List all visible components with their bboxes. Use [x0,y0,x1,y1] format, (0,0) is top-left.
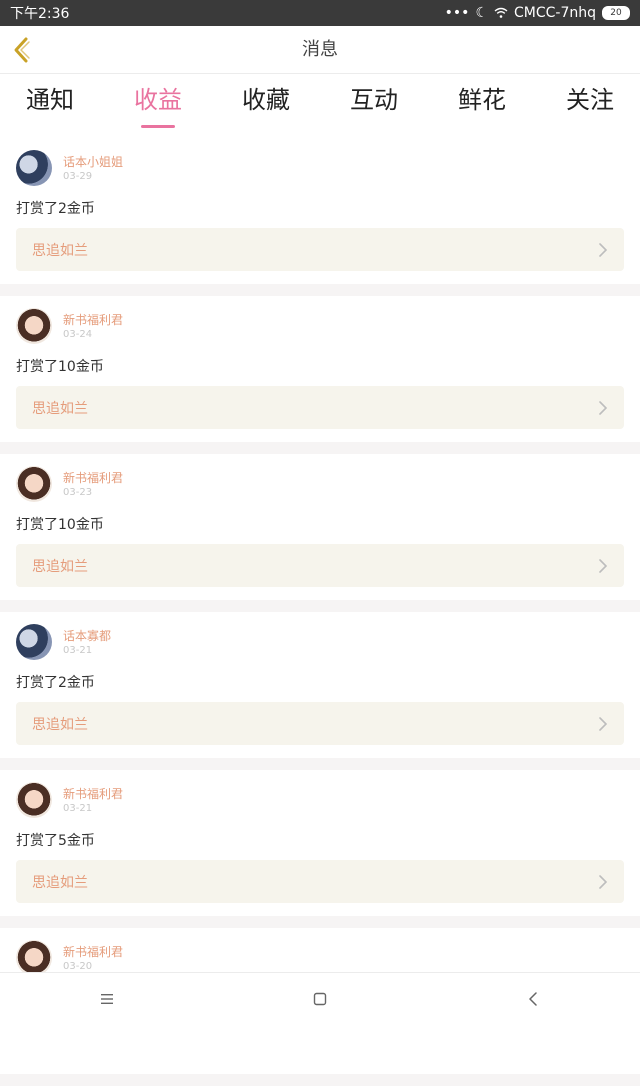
system-nav-bar [0,972,640,1024]
message-card: 新书福利君 03-21 打赏了5金币思追如兰 [0,770,640,928]
book-title: 思追如兰 [32,400,88,417]
battery-icon: 20 [602,6,630,20]
home-button[interactable] [300,979,340,1019]
user-name[interactable]: 新书福利君 [63,785,123,802]
message-date: 03-21 [63,803,93,814]
chevron-right-icon [599,558,608,573]
tab-0[interactable]: 通知 [24,74,76,132]
book-title: 思追如兰 [32,716,88,733]
status-bar: 下午2:36 ••• ☾ CMCC-7nhq 20 [0,0,640,26]
avatar[interactable] [16,940,52,976]
header: 消息 [0,26,640,74]
avatar[interactable] [16,782,52,818]
book-title: 思追如兰 [32,558,88,575]
page-title: 消息 [302,39,338,60]
chevron-right-icon [599,242,608,257]
chevron-right-icon [599,716,608,731]
book-link[interactable]: 思追如兰 [16,544,624,587]
book-title: 思追如兰 [32,242,88,259]
avatar[interactable] [16,466,52,502]
reward-text: 打赏了10金币 [16,359,104,375]
book-link[interactable]: 思追如兰 [16,702,624,745]
user-name[interactable]: 话本寡都 [63,627,111,644]
reward-text: 打赏了2金币 [16,201,95,217]
avatar[interactable] [16,150,52,186]
book-link[interactable]: 思追如兰 [16,228,624,271]
user-name[interactable]: 话本小姐姐 [63,153,123,170]
book-link[interactable]: 思追如兰 [16,386,624,429]
message-date: 03-20 [63,961,93,972]
message-card: 话本寡都 03-21 打赏了2金币思追如兰 [0,612,640,770]
reward-text: 打赏了5金币 [16,833,95,849]
message-date: 03-24 [63,329,93,340]
avatar[interactable] [16,624,52,660]
home-square-icon [313,992,327,1005]
message-date: 03-29 [63,171,93,182]
reward-text: 打赏了2金币 [16,675,95,691]
wifi-icon [494,7,508,18]
message-date: 03-21 [63,645,93,656]
chevron-right-icon [599,400,608,415]
tab-1[interactable]: 收益 [132,74,184,132]
avatar[interactable] [16,308,52,344]
tab-2[interactable]: 收藏 [240,74,292,132]
status-icons: ••• ☾ CMCC-7nhq 20 [445,5,630,21]
moon-icon: ☾ [475,5,488,21]
user-name[interactable]: 新书福利君 [63,311,123,328]
user-name[interactable]: 新书福利君 [63,943,123,960]
message-date: 03-23 [63,487,93,498]
message-card: 新书福利君 03-24 打赏了10金币 思追如兰 [0,296,640,454]
tab-5[interactable]: 关注 [564,74,616,132]
book-link[interactable]: 思追如兰 [16,860,624,903]
chevron-right-icon [599,874,608,889]
message-list: 话本小姐姐 03-29 打赏了2金币 思追如兰 新书福利君 03-24 打赏了10金币 思追如… [0,138,640,1086]
back-triangle-icon [529,991,538,1006]
menu-button[interactable] [87,979,127,1019]
status-time: 下午2:36 [10,6,70,22]
message-card: 话本小姐姐 03-29 打赏了2金币思追如兰 [0,138,640,296]
menu-icon [100,993,113,1004]
network-name: CMCC-7nhq [514,5,596,21]
tab-bar: 通知 收益 收藏 互动 鲜花 关注 [0,74,640,132]
more-dots-icon: ••• [444,5,470,21]
system-back-button[interactable] [513,979,553,1019]
tab-4[interactable]: 鲜花 [456,74,508,132]
message-card: 新书福利君 03-23 打赏了10金币 思追如兰 [0,454,640,612]
tab-3[interactable]: 互动 [348,74,400,132]
user-name[interactable]: 新书福利君 [63,469,123,486]
book-title: 思追如兰 [32,874,88,891]
reward-text: 打赏了10金币 [16,517,104,533]
